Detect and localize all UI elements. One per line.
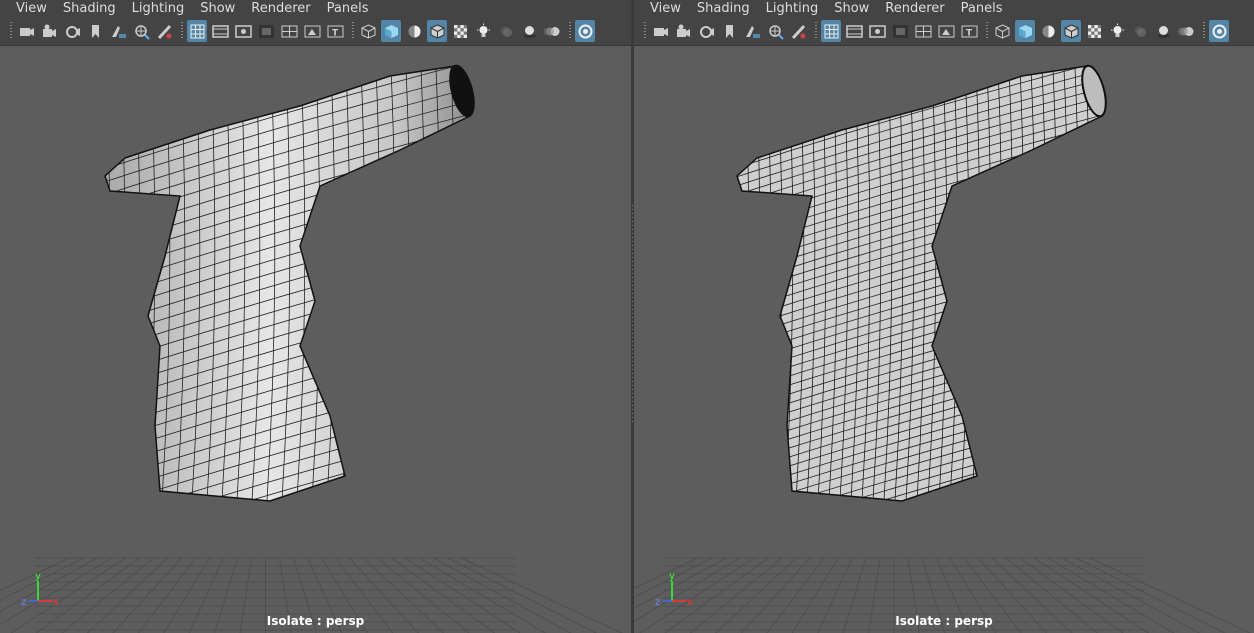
menu-view[interactable]: View <box>642 0 689 17</box>
grid-icon[interactable] <box>821 20 841 42</box>
axis-x-label: x <box>53 597 59 608</box>
motion-blur-icon[interactable] <box>1176 20 1196 42</box>
wireframe-icon[interactable] <box>992 20 1012 42</box>
safe-title-icon[interactable]: T <box>959 20 979 42</box>
scene-canvas[interactable] <box>634 46 1254 633</box>
axis-z-label: z <box>655 597 660 608</box>
view-axis-gizmo: y x z <box>655 571 693 608</box>
scene-canvas[interactable] <box>0 46 631 633</box>
default-material-icon[interactable] <box>404 20 424 42</box>
grid-icon[interactable] <box>187 20 207 42</box>
camera-attributes-icon[interactable] <box>39 20 59 42</box>
svg-text:T: T <box>966 28 973 38</box>
viewport-3d[interactable]: y x z Isolate : persp <box>0 46 631 633</box>
mesh-shirt-model[interactable] <box>104 65 471 502</box>
gate-mask-icon[interactable] <box>256 20 276 42</box>
safe-action-icon[interactable] <box>936 20 956 42</box>
image-plane-icon[interactable] <box>742 20 762 42</box>
axis-y-label: y <box>35 571 41 582</box>
menu-show[interactable]: Show <box>826 0 877 17</box>
panel-toolbar: T <box>0 17 631 46</box>
menu-panels[interactable]: Panels <box>319 0 377 17</box>
resolution-gate-icon[interactable] <box>867 20 887 42</box>
lights-icon[interactable] <box>473 20 493 42</box>
image-plane-icon[interactable] <box>108 20 128 42</box>
wireframe-icon[interactable] <box>358 20 378 42</box>
viewport-panel-left[interactable]: View Shading Lighting Show Renderer Panels T … <box>0 0 631 633</box>
isolate-select-icon[interactable] <box>575 20 595 42</box>
field-chart-icon[interactable] <box>279 20 299 42</box>
hud-isolate-label: Isolate : persp <box>266 614 365 628</box>
toolbar-separator <box>569 22 571 40</box>
two-d-pan-zoom-icon[interactable] <box>765 20 785 42</box>
resolution-gate-icon[interactable] <box>233 20 253 42</box>
field-chart-icon[interactable] <box>913 20 933 42</box>
motion-blur-icon[interactable] <box>542 20 562 42</box>
lights-icon[interactable] <box>1107 20 1127 42</box>
smooth-shade-icon[interactable] <box>381 20 401 42</box>
hud-isolate-label: Isolate : persp <box>895 614 993 628</box>
view-axis-gizmo: y x z <box>21 571 59 608</box>
menu-renderer[interactable]: Renderer <box>243 0 318 17</box>
screen-space-ao-icon[interactable] <box>519 20 539 42</box>
menu-lighting[interactable]: Lighting <box>758 0 827 17</box>
gate-mask-icon[interactable] <box>890 20 910 42</box>
axis-x-label: x <box>687 597 693 608</box>
x-ray-icon[interactable] <box>450 20 470 42</box>
default-material-icon[interactable] <box>1038 20 1058 42</box>
menu-view[interactable]: View <box>8 0 55 17</box>
shadows-icon[interactable] <box>496 20 516 42</box>
viewport-3d[interactable]: y x z Isolate : persp <box>634 46 1254 633</box>
camera-icon[interactable] <box>650 20 670 42</box>
toolbar-separator <box>352 22 354 40</box>
toolbar-separator <box>644 22 646 40</box>
bookmark-icon[interactable] <box>85 20 105 42</box>
axis-z-label: z <box>21 597 26 608</box>
viewport-panel-right[interactable]: View Shading Lighting Show Renderer Panels T … <box>634 0 1254 633</box>
menu-show[interactable]: Show <box>192 0 243 17</box>
panel-menu-bar: View Shading Lighting Show Renderer Panels <box>0 0 631 17</box>
workspace: View Shading Lighting Show Renderer Panels T … <box>0 0 1254 633</box>
panel-menu-bar: View Shading Lighting Show Renderer Panels <box>634 0 1254 17</box>
x-ray-icon[interactable] <box>1084 20 1104 42</box>
toolbar-separator <box>10 22 12 40</box>
panel-toolbar: T <box>634 17 1254 46</box>
toolbar-separator <box>986 22 988 40</box>
wireframe-on-shaded-icon[interactable] <box>1061 20 1081 42</box>
two-d-pan-zoom-icon[interactable] <box>131 20 151 42</box>
safe-title-icon[interactable]: T <box>325 20 345 42</box>
axis-y-label: y <box>669 571 675 582</box>
svg-text:T: T <box>332 28 339 38</box>
grease-pencil-icon[interactable] <box>154 20 174 42</box>
toolbar-separator <box>1203 22 1205 40</box>
menu-shading[interactable]: Shading <box>689 0 758 17</box>
menu-lighting[interactable]: Lighting <box>124 0 193 17</box>
film-gate-icon[interactable] <box>844 20 864 42</box>
camera-icon[interactable] <box>16 20 36 42</box>
wireframe-on-shaded-icon[interactable] <box>427 20 447 42</box>
camera-tools-icon[interactable] <box>62 20 82 42</box>
safe-action-icon[interactable] <box>302 20 322 42</box>
screen-space-ao-icon[interactable] <box>1153 20 1173 42</box>
smooth-shade-icon[interactable] <box>1015 20 1035 42</box>
toolbar-separator <box>815 22 817 40</box>
bookmark-icon[interactable] <box>719 20 739 42</box>
camera-tools-icon[interactable] <box>696 20 716 42</box>
shadows-icon[interactable] <box>1130 20 1150 42</box>
menu-shading[interactable]: Shading <box>55 0 124 17</box>
menu-renderer[interactable]: Renderer <box>877 0 952 17</box>
isolate-select-icon[interactable] <box>1209 20 1229 42</box>
grease-pencil-icon[interactable] <box>788 20 808 42</box>
camera-attributes-icon[interactable] <box>673 20 693 42</box>
menu-panels[interactable]: Panels <box>953 0 1011 17</box>
film-gate-icon[interactable] <box>210 20 230 42</box>
toolbar-separator <box>181 22 183 40</box>
